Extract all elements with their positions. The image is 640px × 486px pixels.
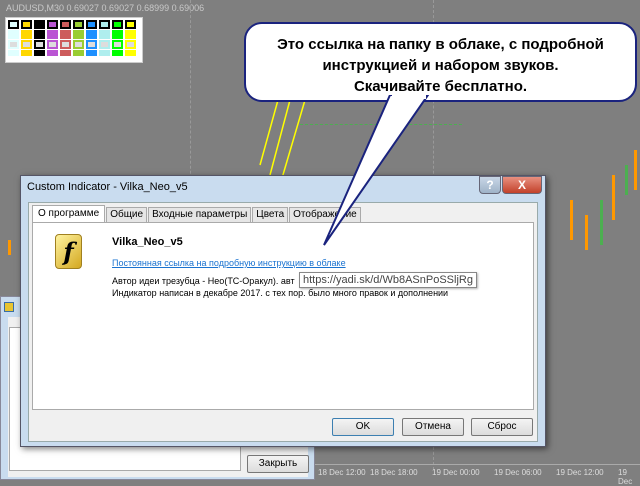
- color-swatch[interactable]: [73, 30, 84, 39]
- callout-line: инструкцией и набором звуков.: [322, 57, 559, 74]
- color-swatch[interactable]: [8, 50, 19, 56]
- color-swatch[interactable]: [86, 30, 97, 39]
- color-palette: [5, 17, 143, 63]
- close-button[interactable]: X: [502, 176, 542, 194]
- color-swatch[interactable]: [73, 40, 84, 49]
- color-swatch[interactable]: [8, 20, 19, 29]
- reset-button[interactable]: Сброс: [471, 418, 533, 436]
- color-swatch[interactable]: [112, 30, 123, 39]
- color-swatch[interactable]: [60, 50, 71, 56]
- color-swatch[interactable]: [34, 20, 45, 29]
- time-label: 18 Dec 12:00: [318, 468, 366, 477]
- color-swatch[interactable]: [47, 50, 58, 56]
- color-swatch[interactable]: [47, 20, 58, 29]
- color-swatch[interactable]: [47, 40, 58, 49]
- description-line: Автор идеи трезубца - Нео(ТС-Оракул). ав…: [112, 276, 295, 286]
- color-swatch[interactable]: [34, 50, 45, 56]
- palette-row: [8, 50, 140, 56]
- tab-bar: О программе Общие Входные параметры Цвет…: [32, 205, 362, 223]
- callout-pointer: [323, 95, 430, 246]
- time-label: 19 Dec 00:00: [432, 468, 480, 477]
- color-swatch[interactable]: [125, 50, 136, 56]
- color-swatch[interactable]: [47, 30, 58, 39]
- color-swatch[interactable]: [21, 30, 32, 39]
- tab-about[interactable]: О программе: [32, 205, 106, 223]
- tab-colors[interactable]: Цвета: [252, 207, 289, 222]
- color-swatch[interactable]: [112, 20, 123, 29]
- color-swatch[interactable]: [21, 20, 32, 29]
- color-swatch[interactable]: [99, 50, 110, 56]
- tab-common[interactable]: Общие: [106, 207, 148, 222]
- color-swatch[interactable]: [8, 40, 19, 49]
- indicator-name: Vilka_Neo_v5: [112, 236, 183, 248]
- color-swatch[interactable]: [60, 20, 71, 29]
- color-swatch[interactable]: [99, 20, 110, 29]
- color-swatch[interactable]: [60, 40, 71, 49]
- callout-bubble: Это ссылка на папку в облаке, с подробно…: [244, 22, 637, 102]
- dialog-title: Custom Indicator - Vilka_Neo_v5: [27, 181, 188, 193]
- help-button[interactable]: ?: [479, 176, 501, 194]
- dialog-body: О программе Общие Входные параметры Цвет…: [28, 202, 538, 442]
- color-swatch[interactable]: [34, 30, 45, 39]
- color-swatch[interactable]: [73, 20, 84, 29]
- color-swatch[interactable]: [99, 40, 110, 49]
- color-swatch[interactable]: [99, 30, 110, 39]
- window-icon: [4, 302, 14, 312]
- color-swatch[interactable]: [125, 20, 136, 29]
- description-line: Индикатор написан в декабре 2017. с тех …: [112, 288, 449, 298]
- about-panel: f Vilka_Neo_v5 Постоянная ссылка на подр…: [32, 222, 534, 410]
- callout-line: Скачивайте бесплатно.: [353, 78, 528, 95]
- time-axis: [315, 464, 640, 465]
- color-swatch[interactable]: [60, 30, 71, 39]
- color-swatch[interactable]: [112, 40, 123, 49]
- ok-button[interactable]: OK: [332, 418, 394, 436]
- time-label: 18 Dec 18:00: [370, 468, 418, 477]
- palette-row: [8, 40, 140, 49]
- palette-row: [8, 20, 140, 29]
- palette-row: [8, 30, 140, 39]
- cancel-button[interactable]: Отмена: [402, 418, 464, 436]
- color-swatch[interactable]: [86, 40, 97, 49]
- chart-symbol-info: AUDUSD,M30 0.69027 0.69027 0.68999 0.690…: [6, 3, 205, 13]
- color-swatch[interactable]: [34, 40, 45, 49]
- custom-indicator-dialog: Custom Indicator - Vilka_Neo_v5 ? X О пр…: [20, 175, 546, 447]
- color-swatch[interactable]: [73, 50, 84, 56]
- color-swatch[interactable]: [86, 20, 97, 29]
- color-swatch[interactable]: [125, 30, 136, 39]
- color-swatch[interactable]: [86, 50, 97, 56]
- callout-line: Это ссылка на папку в облаке, с подробно…: [277, 36, 604, 53]
- color-swatch[interactable]: [112, 50, 123, 56]
- link-tooltip: https://yadi.sk/d/Wb8ASnPoSSljRg: [299, 272, 477, 288]
- close-button[interactable]: Закрыть: [247, 455, 309, 473]
- color-swatch[interactable]: [21, 50, 32, 56]
- time-label: 19 Dec 06:00: [494, 468, 542, 477]
- color-swatch[interactable]: [125, 40, 136, 49]
- time-label: 19 Dec 12:00: [556, 468, 604, 477]
- color-swatch[interactable]: [21, 40, 32, 49]
- indicator-icon: f: [55, 234, 82, 269]
- cloud-link[interactable]: Постоянная ссылка на подробную инструкци…: [112, 258, 346, 268]
- tab-inputs[interactable]: Входные параметры: [148, 207, 252, 222]
- color-swatch[interactable]: [8, 30, 19, 39]
- time-label: 19 Dec: [618, 468, 633, 486]
